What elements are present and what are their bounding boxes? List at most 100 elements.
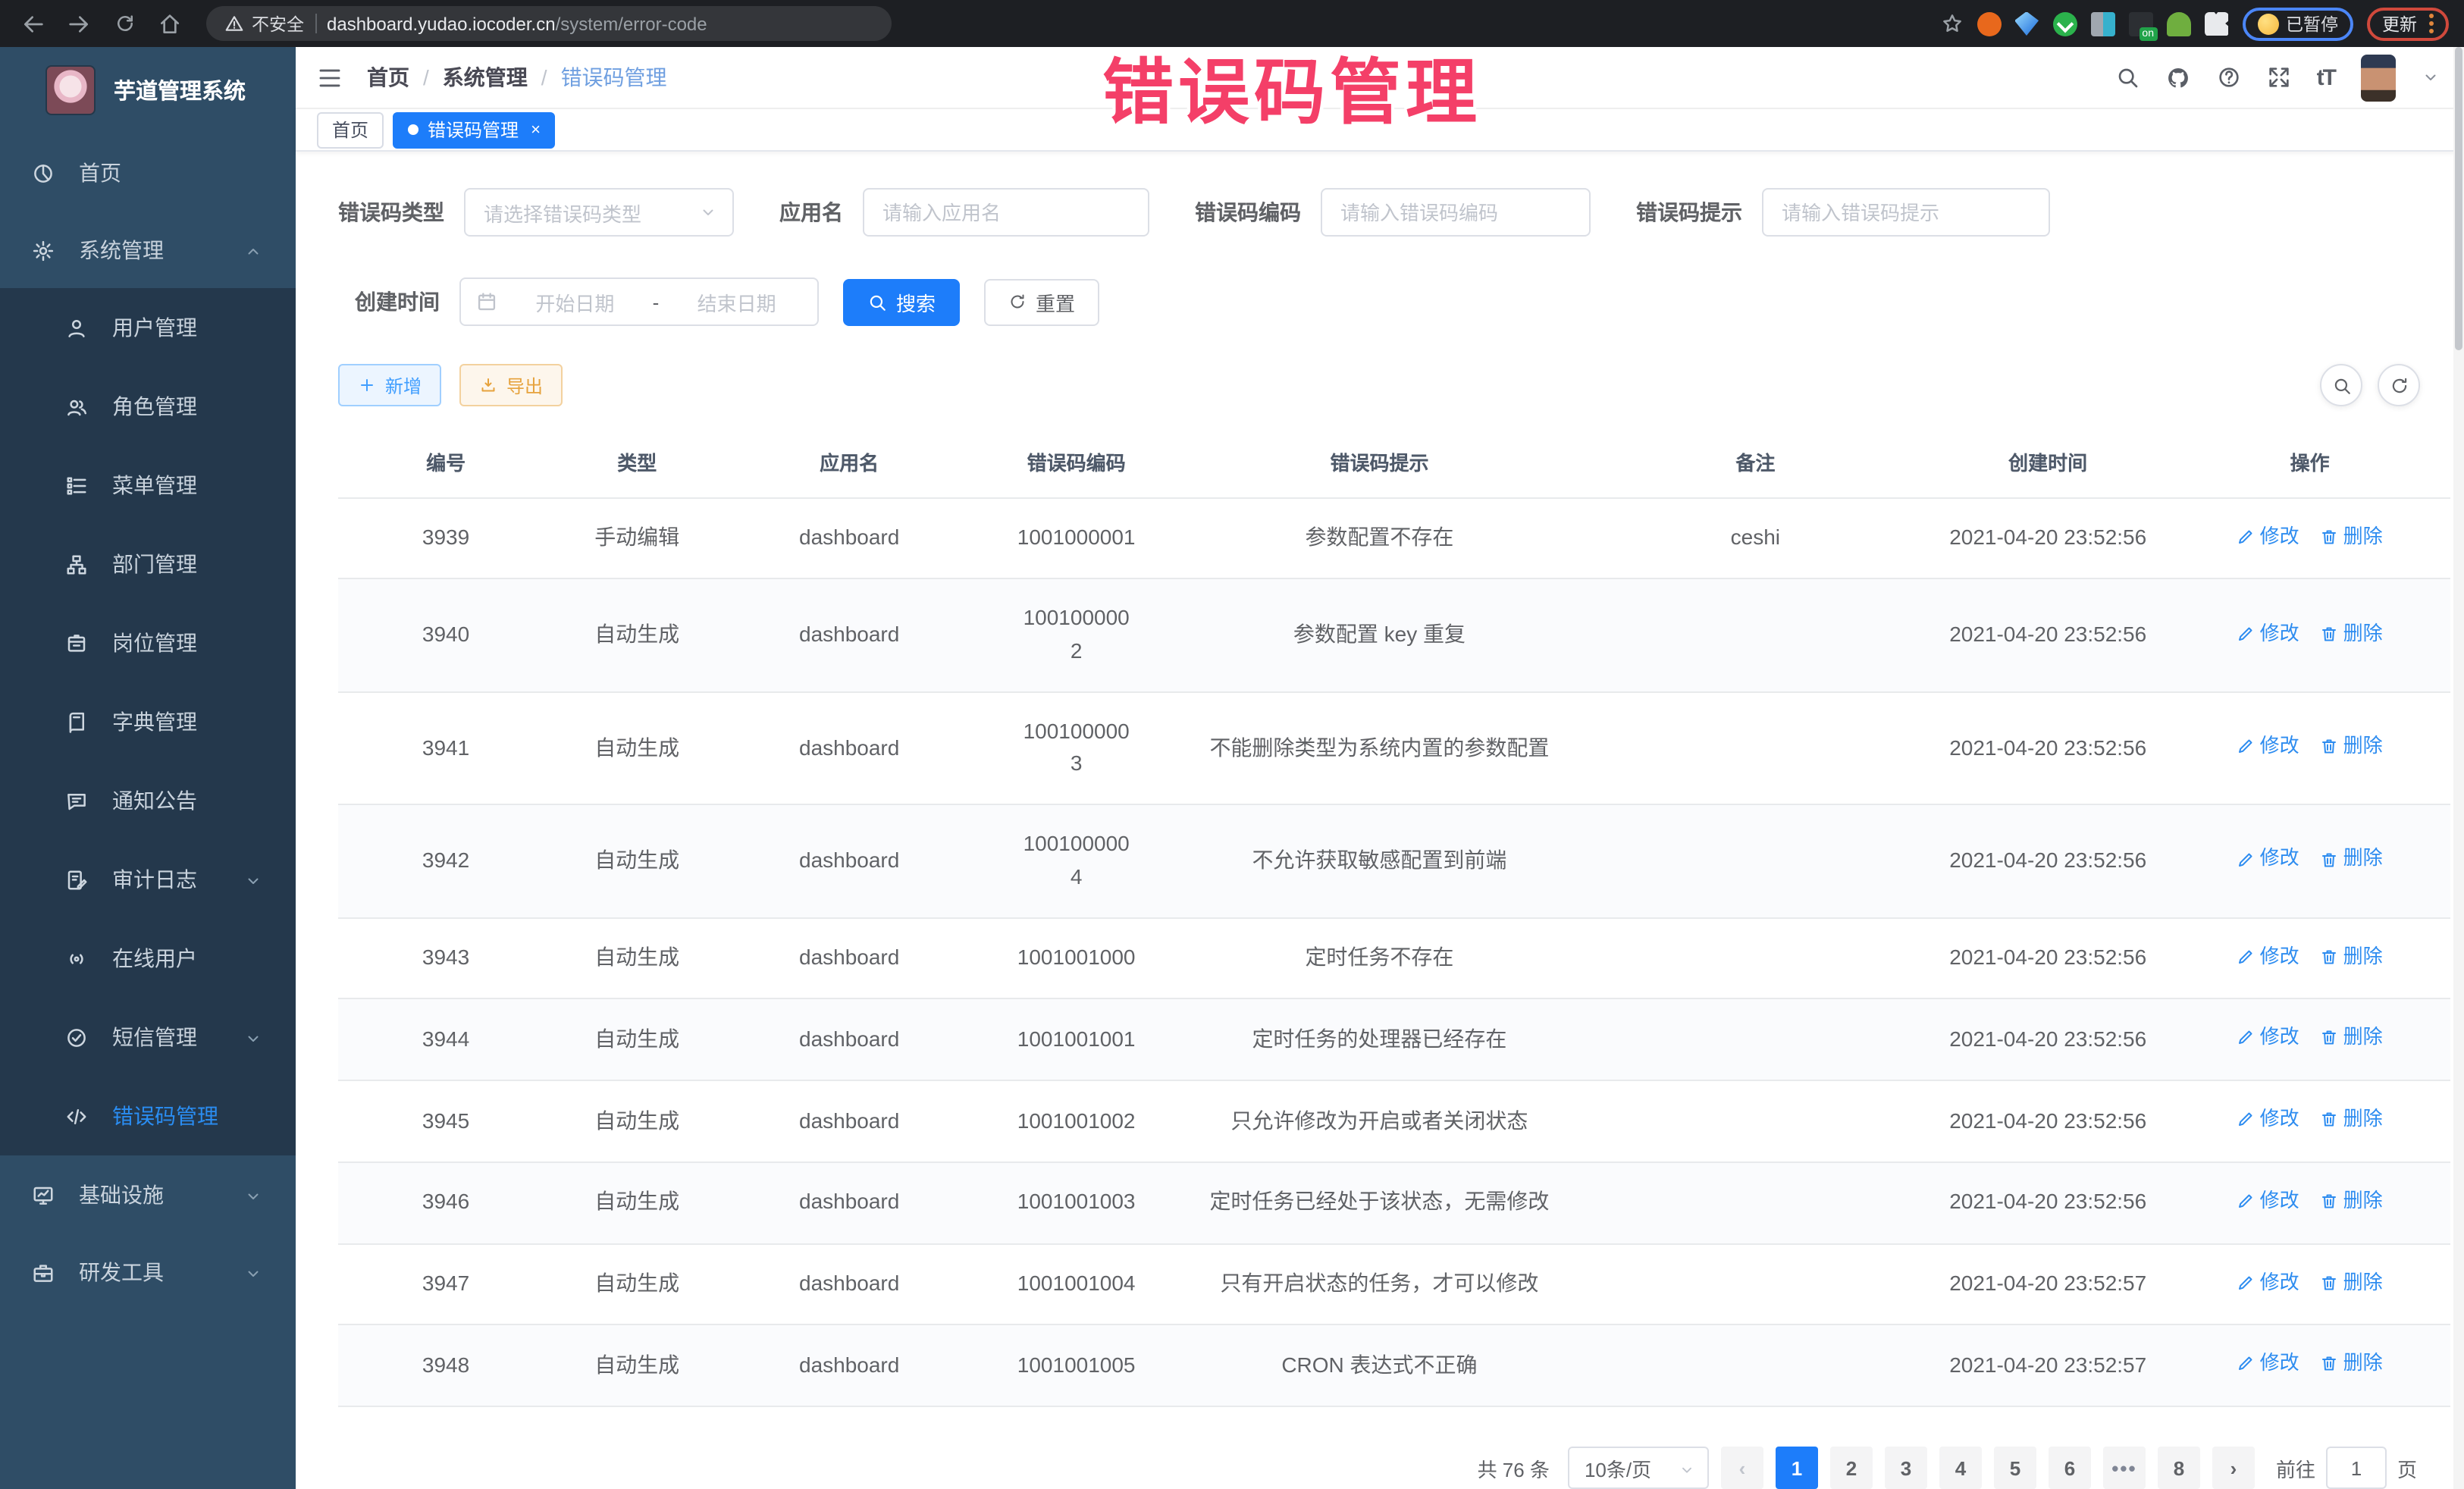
sidebar-item-5[interactable]: 部门管理 xyxy=(0,525,296,603)
font-size-icon[interactable]: tT xyxy=(2317,64,2335,90)
address-bar[interactable]: 不安全 dashboard.yudao.iocoder.cn/system/er… xyxy=(206,6,892,41)
sidebar-item-12[interactable]: 错误码管理 xyxy=(0,1077,296,1155)
home-icon[interactable] xyxy=(152,5,188,42)
delete-button[interactable]: 删除 xyxy=(2321,941,2383,971)
extension-gem-icon[interactable] xyxy=(2014,11,2039,36)
error-hint-input[interactable] xyxy=(1763,190,2049,236)
more-pages-button[interactable]: ••• xyxy=(2103,1447,2146,1489)
next-page-button[interactable]: › xyxy=(2212,1447,2255,1489)
breadcrumb-item-1[interactable]: 系统管理 xyxy=(443,62,528,92)
page-button-1[interactable]: 1 xyxy=(1776,1447,1818,1489)
extension-key-icon[interactable] xyxy=(2166,11,2190,36)
goto-page-input[interactable] xyxy=(2326,1447,2387,1489)
extension-grid-icon[interactable] xyxy=(2090,11,2114,36)
page-button-2[interactable]: 2 xyxy=(1830,1447,1873,1489)
page-scrollbar[interactable] xyxy=(2453,47,2464,1489)
security-status[interactable]: 不安全 xyxy=(224,11,304,36)
sidebar-item-11[interactable]: 短信管理 xyxy=(0,998,296,1077)
app-name-input[interactable] xyxy=(864,190,1148,236)
hamburger-icon[interactable] xyxy=(317,64,343,91)
sidebar-item-4[interactable]: 菜单管理 xyxy=(0,446,296,525)
export-button[interactable]: 导出 xyxy=(459,365,563,407)
close-tab-icon[interactable]: × xyxy=(531,121,541,139)
error-type-select[interactable]: 请选择错误码类型 xyxy=(464,189,734,237)
delete-button[interactable]: 删除 xyxy=(2321,731,2383,761)
sidebar-item-14[interactable]: 研发工具 xyxy=(0,1233,296,1310)
forward-icon[interactable] xyxy=(61,5,97,42)
update-browser-button[interactable]: 更新 xyxy=(2367,7,2449,40)
edit-button[interactable]: 修改 xyxy=(2237,844,2299,874)
extension-orange-icon[interactable] xyxy=(1977,11,2001,36)
reload-icon[interactable] xyxy=(106,5,143,42)
breadcrumb-item-0[interactable]: 首页 xyxy=(367,62,409,92)
delete-button[interactable]: 删除 xyxy=(2321,1104,2383,1134)
delete-button[interactable]: 删除 xyxy=(2321,1023,2383,1053)
sidebar-item-3[interactable]: 角色管理 xyxy=(0,367,296,446)
edit-button[interactable]: 修改 xyxy=(2237,1267,2299,1297)
column-header-1: 类型 xyxy=(553,433,720,497)
delete-button[interactable]: 删除 xyxy=(2321,618,2383,648)
sidebar-item-13[interactable]: 基础设施 xyxy=(0,1155,296,1233)
create-time-range-picker[interactable]: 开始日期 - 结束日期 xyxy=(459,278,819,327)
scrollbar-thumb[interactable] xyxy=(2455,47,2462,350)
user-avatar[interactable] xyxy=(2361,54,2396,101)
edit-button[interactable]: 修改 xyxy=(2237,941,2299,971)
chevron-down-icon[interactable] xyxy=(2422,64,2440,91)
delete-button[interactable]: 删除 xyxy=(2321,844,2383,874)
sidebar-item-10[interactable]: 在线用户 xyxy=(0,919,296,998)
fullscreen-icon[interactable] xyxy=(2267,64,2291,91)
page-button-8[interactable]: 8 xyxy=(2158,1447,2200,1489)
search-button[interactable]: 搜索 xyxy=(843,279,960,326)
delete-button[interactable]: 删除 xyxy=(2321,1267,2383,1297)
sidebar-item-6[interactable]: 岗位管理 xyxy=(0,603,296,682)
page-size-select[interactable]: 10条/页 xyxy=(1568,1447,1709,1489)
sidebar-item-2[interactable]: 用户管理 xyxy=(0,288,296,367)
edit-button[interactable]: 修改 xyxy=(2237,731,2299,761)
gear-icon xyxy=(32,237,55,262)
tab-0[interactable]: 首页 xyxy=(317,112,384,149)
error-code-input[interactable] xyxy=(1322,190,1589,236)
delete-button[interactable]: 删除 xyxy=(2321,1349,2383,1379)
page-button-6[interactable]: 6 xyxy=(2049,1447,2091,1489)
delete-button[interactable]: 删除 xyxy=(2321,1186,2383,1216)
page-button-5[interactable]: 5 xyxy=(1994,1447,2036,1489)
tab-1[interactable]: 错误码管理× xyxy=(393,112,556,149)
logo-image xyxy=(45,65,96,115)
page-button-4[interactable]: 4 xyxy=(1939,1447,1982,1489)
edit-button[interactable]: 修改 xyxy=(2237,1104,2299,1134)
extension-green-icon[interactable] xyxy=(2052,11,2077,36)
column-header-7: 操作 xyxy=(2169,433,2450,497)
bookmark-star-icon[interactable] xyxy=(1940,10,1963,37)
edit-button[interactable]: 修改 xyxy=(2237,618,2299,648)
reset-button[interactable]: 重置 xyxy=(984,279,1099,326)
github-icon[interactable] xyxy=(2165,64,2191,91)
sidebar-item-8[interactable]: 通知公告 xyxy=(0,761,296,840)
edit-button[interactable]: 修改 xyxy=(2237,521,2299,551)
prev-page-button[interactable]: ‹ xyxy=(1721,1447,1763,1489)
edit-button[interactable]: 修改 xyxy=(2237,1186,2299,1216)
breadcrumb-item-2[interactable]: 错误码管理 xyxy=(561,62,667,92)
help-icon[interactable] xyxy=(2217,64,2241,91)
delete-label: 删除 xyxy=(2343,941,2383,971)
refresh-table-button[interactable] xyxy=(2378,365,2420,407)
delete-button[interactable]: 删除 xyxy=(2321,521,2383,551)
edit-button[interactable]: 修改 xyxy=(2237,1023,2299,1053)
sidebar-item-1[interactable]: 系统管理 xyxy=(0,211,296,288)
extension-switch-icon[interactable] xyxy=(2128,11,2152,36)
edit-button[interactable]: 修改 xyxy=(2237,1349,2299,1379)
extensions-puzzle-icon[interactable] xyxy=(2204,11,2228,36)
sidebar-item-0[interactable]: 首页 xyxy=(0,133,296,211)
row-time: 2021-04-20 23:52:56 xyxy=(1926,1001,2169,1079)
page-button-3[interactable]: 3 xyxy=(1885,1447,1927,1489)
back-icon[interactable] xyxy=(15,5,52,42)
search-icon[interactable] xyxy=(2115,64,2140,91)
app-logo[interactable]: 芋道管理系统 xyxy=(0,47,296,133)
add-button[interactable]: 新增 xyxy=(338,365,441,407)
sidebar-item-7[interactable]: 字典管理 xyxy=(0,682,296,761)
browser-menu-icon[interactable] xyxy=(2429,14,2434,33)
row-id: 3939 xyxy=(338,499,553,577)
profile-paused-badge[interactable]: 已暂停 xyxy=(2242,7,2353,40)
toggle-search-button[interactable] xyxy=(2320,365,2362,407)
sidebar-item-9[interactable]: 审计日志 xyxy=(0,840,296,919)
table-row: 3945自动生成dashboard1001001002只允许修改为开启或者关闭状… xyxy=(338,1081,2450,1163)
